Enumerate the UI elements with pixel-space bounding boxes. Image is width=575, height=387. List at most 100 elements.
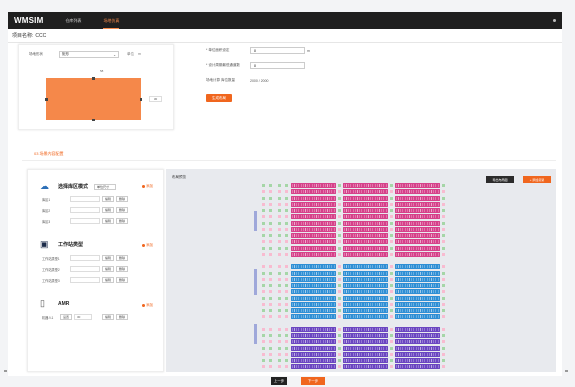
delete-button[interactable]: 删除 (116, 218, 129, 224)
rack-purple[interactable] (395, 326, 440, 332)
edit-button[interactable]: 编辑 (102, 255, 115, 261)
rack-pink[interactable] (395, 214, 440, 220)
rack-pink[interactable] (291, 183, 336, 188)
rack-pink[interactable] (291, 208, 336, 213)
rack-pink[interactable] (291, 239, 336, 245)
rack-pink[interactable] (343, 195, 388, 201)
rack-blue[interactable] (291, 314, 336, 320)
site-rectangle[interactable] (45, 77, 142, 121)
edit-button[interactable]: 编辑 (102, 314, 115, 320)
workstation-marker[interactable] (254, 269, 257, 295)
rack-blue[interactable] (291, 295, 336, 301)
item-input[interactable] (70, 266, 100, 272)
rack-purple[interactable] (291, 326, 336, 332)
item-input[interactable] (70, 277, 100, 283)
rack-pink[interactable] (343, 233, 388, 238)
rack-purple[interactable] (343, 326, 388, 332)
rack-pink[interactable] (395, 226, 440, 232)
rack-purple[interactable] (343, 364, 388, 370)
unit-area-input[interactable]: 8 (250, 47, 305, 54)
rack-blue[interactable] (291, 264, 336, 270)
rack-pink[interactable] (291, 233, 336, 238)
rack-blue[interactable] (343, 301, 388, 307)
edit-button[interactable]: 编辑 (102, 277, 115, 283)
rack-purple[interactable] (343, 345, 388, 351)
user-avatar[interactable] (553, 19, 556, 22)
delete-button[interactable]: 删除 (116, 266, 129, 272)
site-shape-select[interactable]: 矩形 ⌄ (59, 51, 119, 58)
rack-pink[interactable] (291, 226, 336, 232)
rack-pink[interactable] (395, 201, 440, 207)
rack-blue[interactable] (395, 295, 440, 301)
add-zone-button[interactable]: 添加 (141, 184, 153, 189)
rack-blue[interactable] (395, 276, 440, 282)
resize-handle-bottom[interactable] (92, 118, 95, 121)
rack-blue[interactable] (343, 289, 388, 295)
rack-pink[interactable] (291, 195, 336, 201)
rack-blue[interactable] (343, 264, 388, 270)
rack-purple[interactable] (291, 345, 336, 351)
rack-pink[interactable] (343, 239, 388, 245)
workstation-marker[interactable] (254, 324, 257, 344)
rack-pink[interactable] (395, 251, 440, 257)
rack-blue[interactable] (291, 270, 336, 276)
rack-blue[interactable] (395, 289, 440, 295)
edit-button[interactable]: 编辑 (102, 218, 115, 224)
rack-blue[interactable] (395, 264, 440, 270)
rack-purple[interactable] (343, 358, 388, 363)
zone-mode-select[interactable]: 单位尺寸 (94, 183, 117, 190)
rack-pink[interactable] (395, 220, 440, 226)
delete-button[interactable]: 删除 (116, 277, 129, 283)
item-input[interactable] (70, 218, 100, 224)
rack-purple[interactable] (343, 333, 388, 338)
rack-purple[interactable] (291, 358, 336, 363)
rack-blue[interactable] (395, 314, 440, 320)
rack-blue[interactable] (343, 295, 388, 301)
nav-warehouse-list[interactable]: 仓库列表 (65, 12, 81, 29)
rack-blue[interactable] (291, 308, 336, 313)
rack-pink[interactable] (395, 195, 440, 201)
rack-purple[interactable] (291, 351, 336, 357)
next-step-button[interactable]: 下一步 (301, 377, 325, 385)
rack-purple[interactable] (395, 333, 440, 338)
rack-blue[interactable] (291, 283, 336, 288)
rack-blue[interactable] (343, 308, 388, 313)
rack-pink[interactable] (291, 214, 336, 220)
add-workstation-button[interactable]: 添加 (141, 243, 153, 248)
aisles-input[interactable]: 8 (250, 62, 305, 69)
rack-blue[interactable] (343, 276, 388, 282)
rack-pink[interactable] (343, 220, 388, 226)
rack-purple[interactable] (395, 351, 440, 357)
rack-purple[interactable] (395, 358, 440, 363)
edit-button[interactable]: 编辑 (102, 207, 115, 213)
workstation-marker[interactable] (254, 211, 257, 231)
rack-blue[interactable] (395, 301, 440, 307)
rack-purple[interactable] (395, 339, 440, 345)
delete-button[interactable]: 删除 (116, 255, 129, 261)
item-input[interactable] (70, 207, 100, 213)
rack-purple[interactable] (395, 364, 440, 370)
item-input[interactable] (70, 196, 100, 202)
setting-button[interactable]: 设置 (60, 314, 73, 320)
rack-pink[interactable] (343, 183, 388, 188)
rack-purple[interactable] (291, 333, 336, 338)
rack-blue[interactable] (291, 276, 336, 282)
rack-purple[interactable] (291, 339, 336, 345)
rack-pink[interactable] (291, 245, 336, 251)
rack-pink[interactable] (343, 245, 388, 251)
rack-pink[interactable] (395, 189, 440, 195)
rack-pink[interactable] (343, 226, 388, 232)
rack-pink[interactable] (395, 233, 440, 238)
amr-count-input[interactable]: 30 (74, 314, 93, 320)
rack-blue[interactable] (343, 314, 388, 320)
rack-pink[interactable] (291, 189, 336, 195)
rack-pink[interactable] (395, 183, 440, 188)
export-layout-button[interactable]: 导出布局图 (486, 176, 514, 183)
rack-purple[interactable] (343, 351, 388, 357)
edit-button[interactable]: 编辑 (102, 196, 115, 202)
rack-purple[interactable] (343, 339, 388, 345)
rack-pink[interactable] (291, 220, 336, 226)
rack-pink[interactable] (395, 245, 440, 251)
rack-pink[interactable] (395, 239, 440, 245)
rack-blue[interactable] (395, 308, 440, 313)
